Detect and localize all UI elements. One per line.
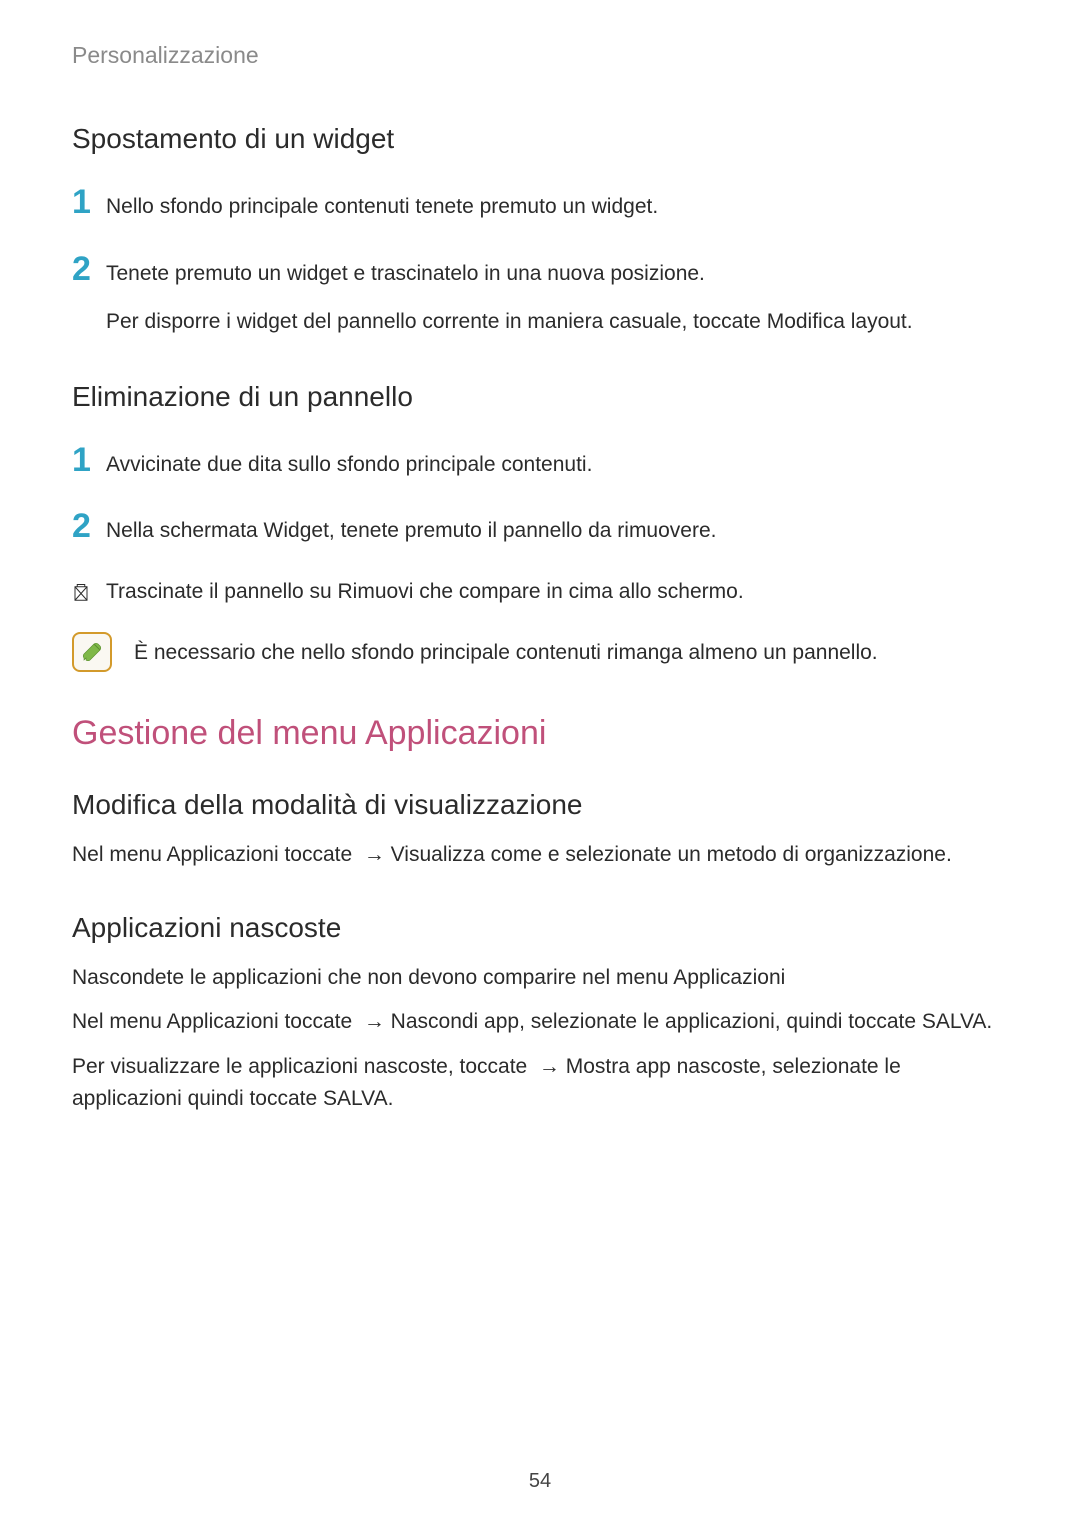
step-text: Trascinate il pannello su Rimuovi che co… xyxy=(106,576,744,609)
subheading-view-mode: Modifica della modalità di visualizzazio… xyxy=(72,789,1008,821)
section-label: Personalizzazione xyxy=(72,42,1008,69)
text-fragment: Per visualizzare le applicazioni nascost… xyxy=(72,1055,533,1078)
text-fragment: Nel menu Applicazioni toccate xyxy=(72,1010,358,1033)
step-row: Trascinate il pannello su Rimuovi che co… xyxy=(72,576,1008,609)
text-fragment: → Nascondi app, selezionate le applicazi… xyxy=(358,1010,992,1033)
step-number: 2 xyxy=(72,509,106,543)
subheading-move-widget: Spostamento di un widget xyxy=(72,123,1008,155)
step-row: 2 Tenete premuto un widget e trascinatel… xyxy=(72,252,1008,339)
step-number: 1 xyxy=(72,185,106,219)
step-number: 1 xyxy=(72,443,106,477)
step-text: Avvicinate due dita sullo sfondo princip… xyxy=(106,449,592,482)
note-row: È necessario che nello sfondo principale… xyxy=(72,632,1008,672)
note-icon xyxy=(72,632,112,672)
paragraph: Nel menu Applicazioni toccate → Nascondi… xyxy=(72,1006,1008,1039)
page-number: 54 xyxy=(0,1470,1080,1493)
step-text: Tenete premuto un widget e trascinatelo … xyxy=(106,258,913,291)
step-text: Nello sfondo principale contenuti tenete… xyxy=(106,191,658,224)
step-row: 1 Nello sfondo principale contenuti tene… xyxy=(72,185,1008,224)
step-row: 1 Avvicinate due dita sullo sfondo princ… xyxy=(72,443,1008,482)
text-fragment: Nel menu Applicazioni toccate xyxy=(72,843,358,866)
paragraph: Nel menu Applicazioni toccate → Visualiz… xyxy=(72,839,1008,872)
paragraph: Per visualizzare le applicazioni nascost… xyxy=(72,1051,1008,1116)
note-text: È necessario che nello sfondo principale… xyxy=(134,637,878,669)
text-fragment: → Visualizza come e selezionate un metod… xyxy=(358,843,952,866)
step-text-extra: Per disporre i widget del pannello corre… xyxy=(106,306,913,339)
subheading-hidden-apps: Applicazioni nascoste xyxy=(72,912,1008,944)
step-text: Nella schermata Widget, tenete premuto i… xyxy=(106,515,716,548)
heading-apps-menu: Gestione del menu Applicazioni xyxy=(72,714,1008,753)
subheading-delete-panel: Eliminazione di un pannello xyxy=(72,381,1008,413)
step-row: 2 Nella schermata Widget, tenete premuto… xyxy=(72,509,1008,548)
trash-icon xyxy=(72,581,106,603)
step-number: 2 xyxy=(72,252,106,286)
paragraph: Nascondete le applicazioni che non devon… xyxy=(72,962,1008,995)
